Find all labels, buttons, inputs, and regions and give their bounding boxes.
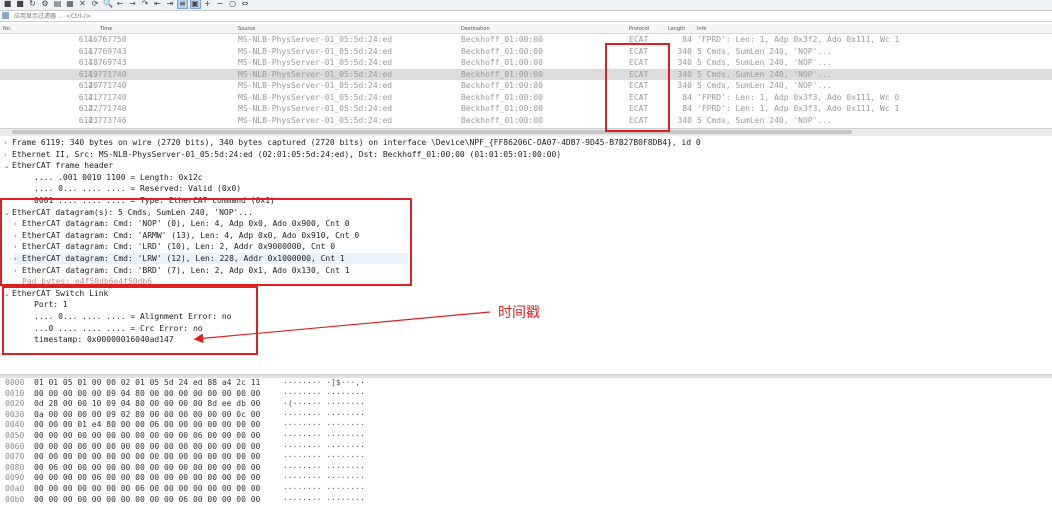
annotation-arrow xyxy=(193,311,491,344)
annotation-label-timestamp: 时间戳 xyxy=(498,305,540,321)
